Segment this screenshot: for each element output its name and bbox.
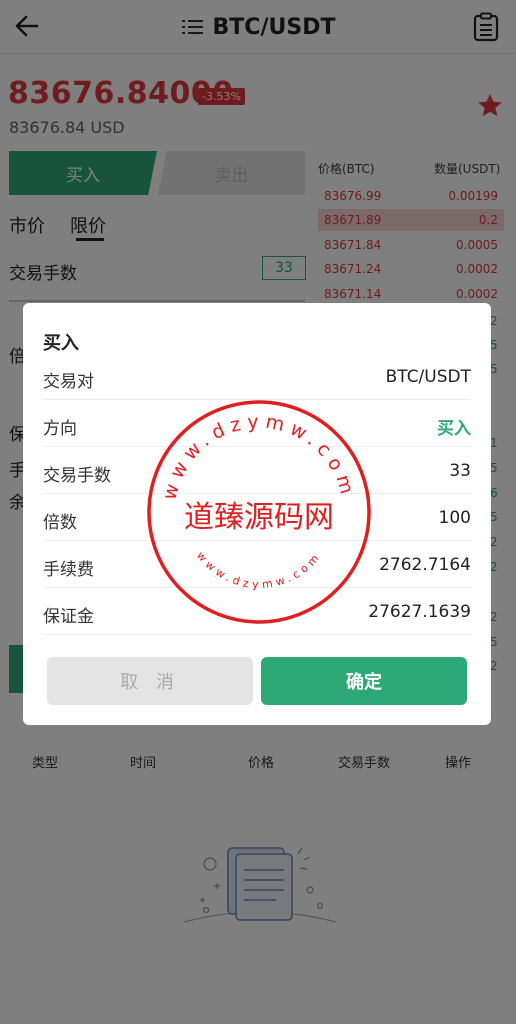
detail-label: 倍数: [43, 513, 77, 533]
detail-row-pair: 交易对 BTC/USDT: [43, 353, 471, 400]
detail-label: 手续费: [43, 560, 94, 580]
detail-value: BTC/USDT: [385, 367, 471, 387]
detail-value: 2762.7164: [379, 555, 471, 575]
cancel-button[interactable]: 取 消: [47, 657, 253, 705]
watermark-stamp: www.dzymw.com www.dzymw.com 道臻源码网: [147, 400, 371, 624]
detail-label: 方向: [43, 419, 77, 439]
dialog-title: 买入: [43, 333, 79, 354]
detail-value: 33: [449, 461, 471, 481]
detail-value: 27627.1639: [368, 602, 471, 622]
svg-text:www.dzymw.com: www.dzymw.com: [159, 411, 360, 502]
detail-value: 买入: [437, 419, 471, 439]
detail-label: 交易对: [43, 372, 94, 392]
detail-label: 交易手数: [43, 466, 111, 486]
confirm-button[interactable]: 确定: [261, 657, 467, 705]
detail-label: 保证金: [43, 607, 94, 627]
detail-value: 100: [438, 508, 471, 528]
svg-text:www.dzymw.com: www.dzymw.com: [194, 549, 324, 591]
watermark-text: 道臻源码网: [184, 500, 334, 535]
